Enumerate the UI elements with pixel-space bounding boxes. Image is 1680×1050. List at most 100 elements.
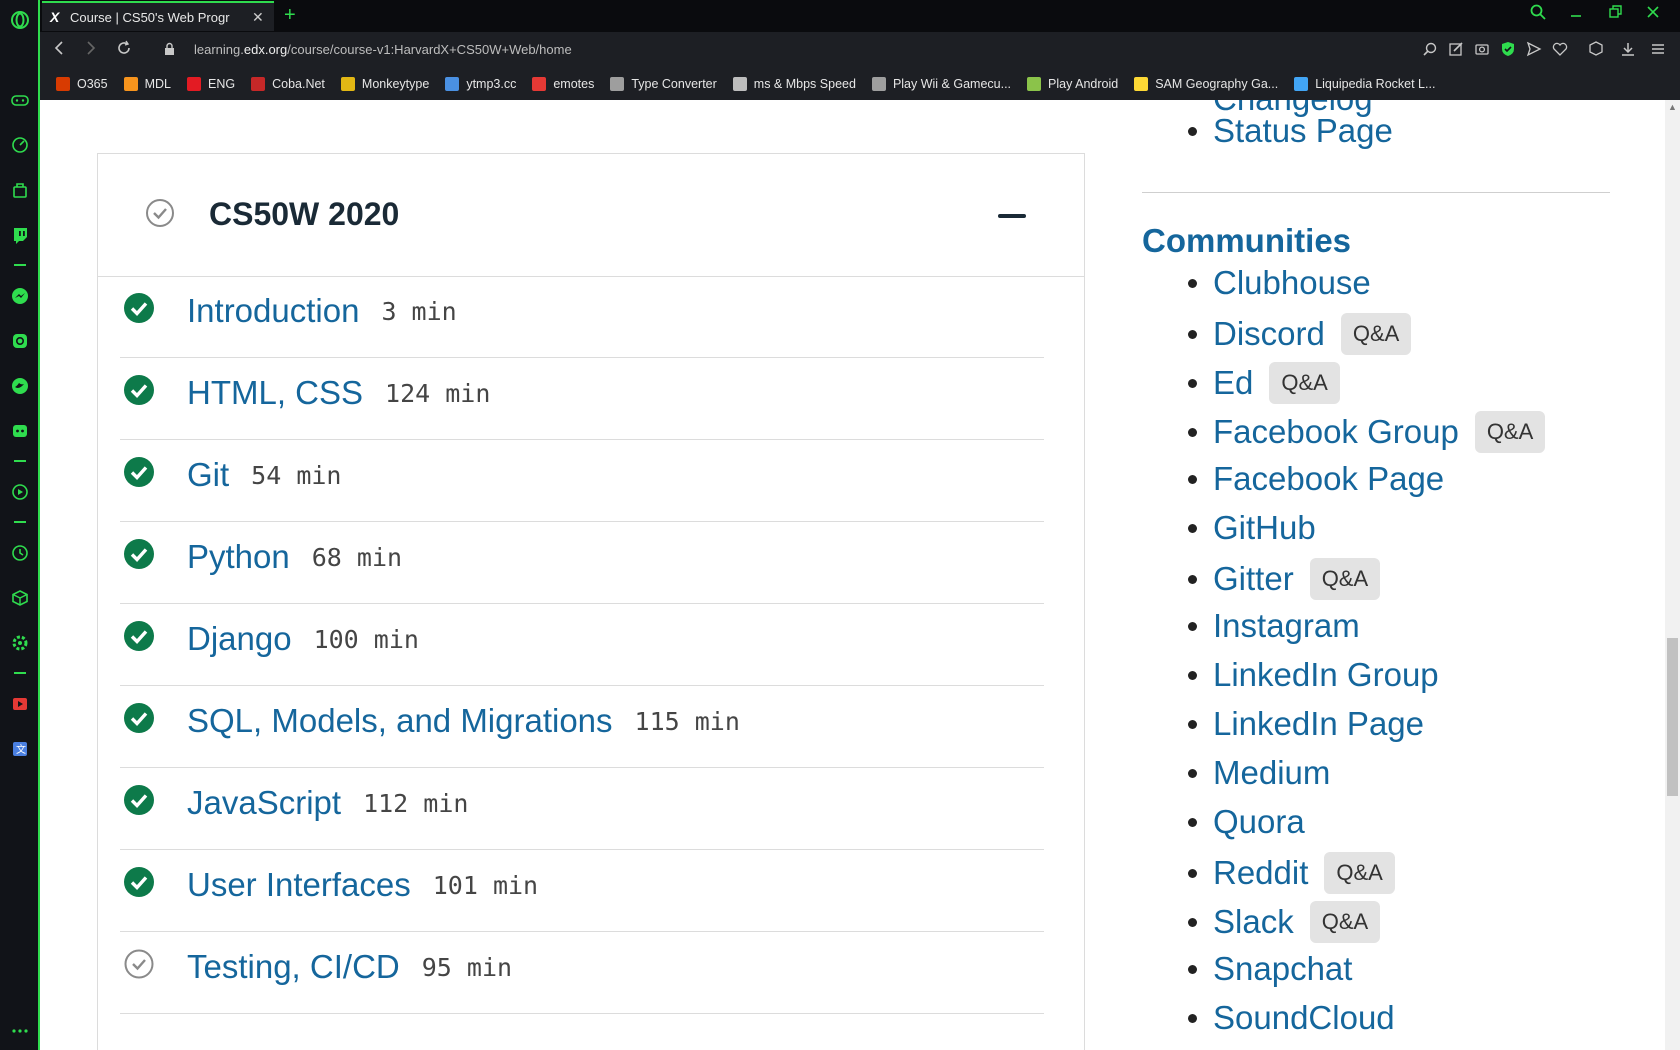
- page-content: CS50W 2020 Introduction 3 min HTML, CSS 124…: [40, 100, 1665, 1050]
- lesson-title: JavaScript: [187, 784, 342, 821]
- list-item-community: SoundCloud: [1142, 999, 1395, 1037]
- bookmark-item[interactable]: O365: [56, 77, 108, 91]
- back-icon[interactable]: [52, 40, 66, 61]
- zoom-icon[interactable]: [1422, 41, 1438, 57]
- lesson-link[interactable]: Python 68 min: [187, 538, 402, 576]
- shield-icon[interactable]: [1500, 41, 1516, 57]
- bookmark-item[interactable]: Play Android: [1027, 77, 1118, 91]
- community-link[interactable]: LinkedIn Group: [1213, 656, 1439, 694]
- community-link[interactable]: Quora: [1213, 803, 1305, 841]
- bookmark-item[interactable]: ms & Mbps Speed: [732, 77, 856, 91]
- bag-icon[interactable]: [9, 179, 31, 201]
- community-link[interactable]: Instagram: [1213, 607, 1360, 645]
- completed-check-icon: [124, 621, 154, 651]
- menu-icon[interactable]: [1650, 41, 1666, 57]
- lesson-link[interactable]: Introduction 3 min: [187, 292, 457, 330]
- bookmark-label: SAM Geography Ga...: [1155, 77, 1279, 91]
- bookmark-item[interactable]: Type Converter: [610, 77, 717, 91]
- scroll-thumb[interactable]: [1667, 638, 1678, 796]
- bullet: [1188, 917, 1197, 927]
- camera-icon[interactable]: [1474, 41, 1490, 57]
- lesson-link[interactable]: Testing, CI/CD 95 min: [187, 948, 512, 986]
- lesson-duration: 54 min: [251, 461, 342, 490]
- community-link[interactable]: LinkedIn Page: [1213, 705, 1424, 743]
- url-domain: edx.org: [243, 42, 288, 57]
- list-item-community: Quora: [1142, 803, 1305, 841]
- instagram-icon[interactable]: [9, 330, 31, 352]
- discord-icon[interactable]: [9, 420, 31, 442]
- bullet: [1188, 719, 1197, 729]
- section-header[interactable]: CS50W 2020: [98, 154, 1084, 277]
- lesson-link[interactable]: JavaScript 112 min: [187, 784, 468, 822]
- bookmark-item[interactable]: Play Wii & Gamecu...: [871, 77, 1011, 91]
- community-link[interactable]: GitHub: [1213, 509, 1316, 547]
- player-icon[interactable]: [9, 481, 31, 503]
- lesson-link[interactable]: Django 100 min: [187, 620, 419, 658]
- community-link[interactable]: Reddit: [1213, 854, 1308, 892]
- collapse-icon[interactable]: [998, 214, 1026, 218]
- send-icon[interactable]: [1526, 41, 1542, 57]
- cube-icon[interactable]: [9, 587, 31, 609]
- bookmark-item[interactable]: ytmp3.cc: [445, 77, 516, 91]
- community-link[interactable]: Snapchat: [1213, 950, 1352, 988]
- search-icon[interactable]: [1530, 4, 1546, 25]
- new-tab-icon[interactable]: +: [284, 4, 296, 27]
- bookmark-item[interactable]: Coba.Net: [251, 77, 325, 91]
- settings-icon[interactable]: [9, 632, 31, 654]
- bookmark-item[interactable]: ENG: [187, 77, 235, 91]
- heart-icon[interactable]: [1552, 41, 1568, 57]
- bookmark-favicon-icon: [445, 77, 460, 91]
- lesson-link[interactable]: HTML, CSS 124 min: [187, 374, 490, 412]
- youtube-icon[interactable]: [9, 693, 31, 715]
- more-icon[interactable]: [9, 1020, 31, 1042]
- tab-course[interactable]: X Course | CS50's Web Progr ✕: [42, 1, 274, 31]
- history-icon[interactable]: [9, 542, 31, 564]
- community-link[interactable]: Clubhouse: [1213, 264, 1371, 302]
- bookmark-favicon-icon: [123, 77, 138, 91]
- lesson-link[interactable]: User Interfaces 101 min: [187, 866, 538, 904]
- translate-icon[interactable]: 文: [9, 738, 31, 760]
- bookmark-favicon-icon: [1027, 77, 1042, 91]
- lesson-link[interactable]: SQL, Models, and Migrations 115 min: [187, 702, 740, 740]
- close-window-icon[interactable]: [1645, 4, 1661, 25]
- bookmark-item[interactable]: Monkeytype: [340, 77, 429, 91]
- bookmark-favicon-icon: [1294, 77, 1309, 91]
- community-link[interactable]: Slack: [1213, 903, 1294, 941]
- bookmark-item[interactable]: MDL: [123, 77, 171, 91]
- lesson-link[interactable]: Git 54 min: [187, 456, 341, 494]
- gamepad-icon[interactable]: [9, 89, 31, 111]
- restore-icon[interactable]: [1607, 4, 1623, 25]
- messenger-icon[interactable]: [9, 285, 31, 307]
- twitter-icon[interactable]: [9, 375, 31, 397]
- opera-logo-icon[interactable]: [9, 9, 31, 31]
- list-item-community: Discord Q&A: [1142, 313, 1412, 355]
- bookmark-item[interactable]: Liquipedia Rocket L...: [1294, 77, 1435, 91]
- extensions-icon[interactable]: [1588, 41, 1604, 57]
- community-link[interactable]: Discord: [1213, 315, 1325, 353]
- bookmark-item[interactable]: emotes: [532, 77, 594, 91]
- url-field[interactable]: learning.edx.org/course/course-v1:Harvar…: [194, 42, 572, 57]
- forward-icon[interactable]: [84, 40, 98, 61]
- close-tab-icon[interactable]: ✕: [252, 9, 264, 26]
- community-link[interactable]: Gitter: [1213, 560, 1294, 598]
- lock-icon[interactable]: [164, 42, 175, 56]
- minimize-icon[interactable]: [1568, 4, 1584, 25]
- status-page-link[interactable]: Status Page: [1213, 112, 1393, 150]
- speedometer-icon[interactable]: [9, 134, 31, 156]
- community-link[interactable]: Ed: [1213, 364, 1253, 402]
- reload-icon[interactable]: [116, 40, 132, 61]
- sidebar-divider: [14, 672, 26, 674]
- scroll-up-icon[interactable]: ▲: [1668, 102, 1677, 112]
- lesson-duration: 112 min: [363, 789, 469, 818]
- twitch-icon[interactable]: [9, 224, 31, 246]
- list-item-community: LinkedIn Page: [1142, 705, 1424, 743]
- community-link[interactable]: SoundCloud: [1213, 999, 1395, 1037]
- page-scrollbar[interactable]: ▲: [1665, 100, 1680, 1050]
- download-icon[interactable]: [1620, 41, 1636, 57]
- community-link[interactable]: Facebook Group: [1213, 413, 1459, 451]
- community-link[interactable]: Facebook Page: [1213, 460, 1444, 498]
- list-item-community: Reddit Q&A: [1142, 852, 1395, 894]
- bookmark-item[interactable]: SAM Geography Ga...: [1134, 77, 1278, 91]
- edit-icon[interactable]: [1448, 41, 1464, 57]
- community-link[interactable]: Medium: [1213, 754, 1330, 792]
